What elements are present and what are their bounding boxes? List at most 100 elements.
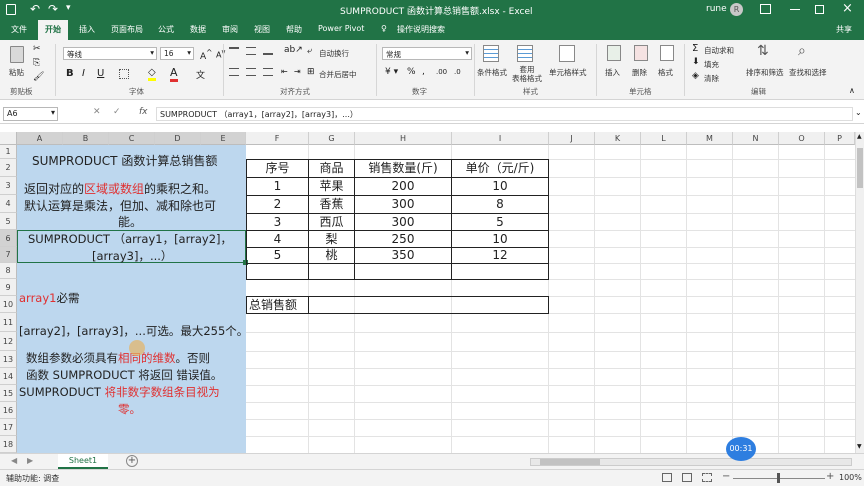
column-header-M[interactable]: M (687, 132, 733, 145)
tab-page-layout[interactable]: 页面布局 (111, 24, 143, 35)
align-right-icon[interactable] (263, 68, 273, 76)
align-center-icon[interactable] (246, 68, 256, 76)
table-cell[interactable]: 2 (246, 195, 309, 214)
select-all-corner[interactable] (0, 132, 17, 145)
table-cell[interactable]: 西瓜 (308, 213, 355, 231)
collapse-ribbon-icon[interactable]: ∧ (849, 86, 855, 95)
decrease-decimal-icon[interactable]: .0 (454, 68, 461, 76)
customize-qat-icon[interactable]: ▾ (66, 3, 71, 13)
row-header-8[interactable]: 8 (0, 263, 17, 279)
scroll-thumb[interactable] (857, 148, 863, 188)
fill-color-icon[interactable]: ◇ (148, 67, 156, 81)
column-header-L[interactable]: L (641, 132, 687, 145)
table-cell[interactable]: 10 (451, 177, 549, 196)
tell-me-search[interactable]: 操作说明搜索 (397, 24, 445, 35)
table-cell[interactable]: 12 (451, 247, 549, 264)
column-header-O[interactable]: O (779, 132, 825, 145)
currency-icon[interactable]: ¥ ▾ (385, 67, 398, 77)
table-cell[interactable]: 300 (354, 195, 452, 214)
row-header-4[interactable]: 4 (0, 195, 17, 213)
table-cell[interactable]: 4 (246, 230, 309, 248)
expand-formula-icon[interactable]: ⌄ (855, 108, 862, 117)
save-icon[interactable] (6, 4, 16, 15)
row-header-17[interactable]: 17 (0, 419, 17, 436)
table-cell[interactable]: 5 (451, 213, 549, 231)
total-sales-label[interactable]: 总销售额 (246, 296, 309, 314)
prev-sheet-icon[interactable]: ◀ (11, 456, 17, 465)
grow-font-icon[interactable]: A^ (200, 48, 212, 62)
column-header-N[interactable]: N (733, 132, 779, 145)
row-header-6[interactable]: 6 (0, 230, 17, 247)
copy-icon[interactable]: ⎘ (33, 58, 40, 68)
zoom-out-icon[interactable]: − (722, 471, 730, 482)
zoom-in-icon[interactable]: + (826, 471, 834, 482)
row-header-11[interactable]: 11 (0, 313, 17, 332)
row-header-13[interactable]: 13 (0, 351, 17, 368)
scroll-down-icon[interactable]: ▼ (857, 443, 862, 450)
vertical-scrollbar[interactable]: ▲ ▼ (855, 132, 864, 453)
comma-icon[interactable]: , (422, 67, 425, 77)
ribbon-display-icon[interactable] (760, 4, 771, 14)
redo-icon[interactable]: ↷ (48, 2, 58, 16)
confirm-entry-icon[interactable]: ✓ (113, 107, 121, 117)
row-header-16[interactable]: 16 (0, 402, 17, 419)
column-header-A[interactable]: A (17, 132, 63, 145)
wrap-text-icon[interactable]: ⤶ (307, 46, 312, 56)
column-header-H[interactable]: H (355, 132, 452, 145)
table-cell[interactable]: 250 (354, 230, 452, 248)
format-as-table-icon[interactable] (517, 45, 533, 62)
phonetic-icon[interactable]: 文 (196, 68, 205, 81)
indent-increase-icon[interactable]: ⇥ (294, 67, 301, 76)
table-cell[interactable]: 200 (354, 177, 452, 196)
table-cell[interactable]: 桃 (308, 247, 355, 264)
share-button[interactable]: 共享 (836, 24, 852, 35)
tab-view[interactable]: 视图 (254, 24, 270, 35)
format-as-table-button[interactable]: 套用 表格格式 (512, 65, 542, 83)
horizontal-scroll-thumb[interactable] (540, 459, 600, 465)
column-header-E[interactable]: E (201, 132, 246, 145)
close-icon[interactable]: × (842, 1, 853, 16)
delete-cells-button[interactable]: 删除 (632, 67, 647, 78)
table-cell[interactable]: 香蕉 (308, 195, 355, 214)
autosum-button[interactable]: 自动求和 (704, 45, 734, 56)
tab-power-pivot[interactable]: Power Pivot (318, 24, 364, 33)
table-cell[interactable]: 300 (354, 213, 452, 231)
wrap-text-button[interactable]: 自动换行 (319, 48, 349, 59)
tab-formulas[interactable]: 公式 (158, 24, 174, 35)
table-cell[interactable]: 10 (451, 230, 549, 248)
table-cell[interactable]: 梨 (308, 230, 355, 248)
insert-function-icon[interactable]: fx (139, 107, 148, 117)
next-sheet-icon[interactable]: ▶ (27, 456, 33, 465)
column-header-P[interactable]: P (825, 132, 855, 145)
conditional-format-icon[interactable] (483, 45, 499, 62)
formula-input[interactable]: SUMPRODUCT （array1，[array2]，[array3]，...… (156, 107, 853, 121)
column-header-K[interactable]: K (595, 132, 641, 145)
column-header-J[interactable]: J (549, 132, 595, 145)
font-name-select[interactable]: 等线 ▾ (63, 47, 157, 60)
fill-button[interactable]: 填充 (704, 59, 719, 70)
row-header-1[interactable]: 1 (0, 145, 17, 159)
sort-filter-icon[interactable]: ⇅ (757, 43, 769, 59)
borders-icon[interactable] (119, 69, 129, 79)
clear-icon[interactable]: ◈ (692, 71, 699, 81)
minimize-icon[interactable] (790, 9, 800, 10)
bold-button[interactable]: B (66, 68, 74, 79)
orientation-icon[interactable]: ab↗ (284, 45, 303, 55)
column-header-F[interactable]: F (246, 132, 309, 145)
format-cells-icon[interactable] (660, 45, 674, 61)
insert-cells-icon[interactable] (607, 45, 621, 61)
name-box[interactable]: A6 ▾ (3, 107, 58, 121)
table-cell[interactable]: 苹果 (308, 177, 355, 196)
number-format-select[interactable]: 常规 ▾ (382, 47, 472, 60)
sort-filter-button[interactable]: 排序和筛选 (746, 67, 784, 78)
row-header-10[interactable]: 10 (0, 296, 17, 313)
row-header-3[interactable]: 3 (0, 177, 17, 195)
table-cell[interactable]: 350 (354, 247, 452, 264)
header-quantity[interactable]: 销售数量(斤) (354, 159, 452, 178)
conditional-format-button[interactable]: 条件格式 (477, 67, 507, 78)
cell-styles-icon[interactable] (559, 45, 575, 62)
total-sales-value[interactable] (308, 296, 549, 314)
row-header-12[interactable]: 12 (0, 332, 17, 351)
cut-icon[interactable]: ✂ (33, 44, 41, 54)
row-header-18[interactable]: 18 (0, 436, 17, 453)
